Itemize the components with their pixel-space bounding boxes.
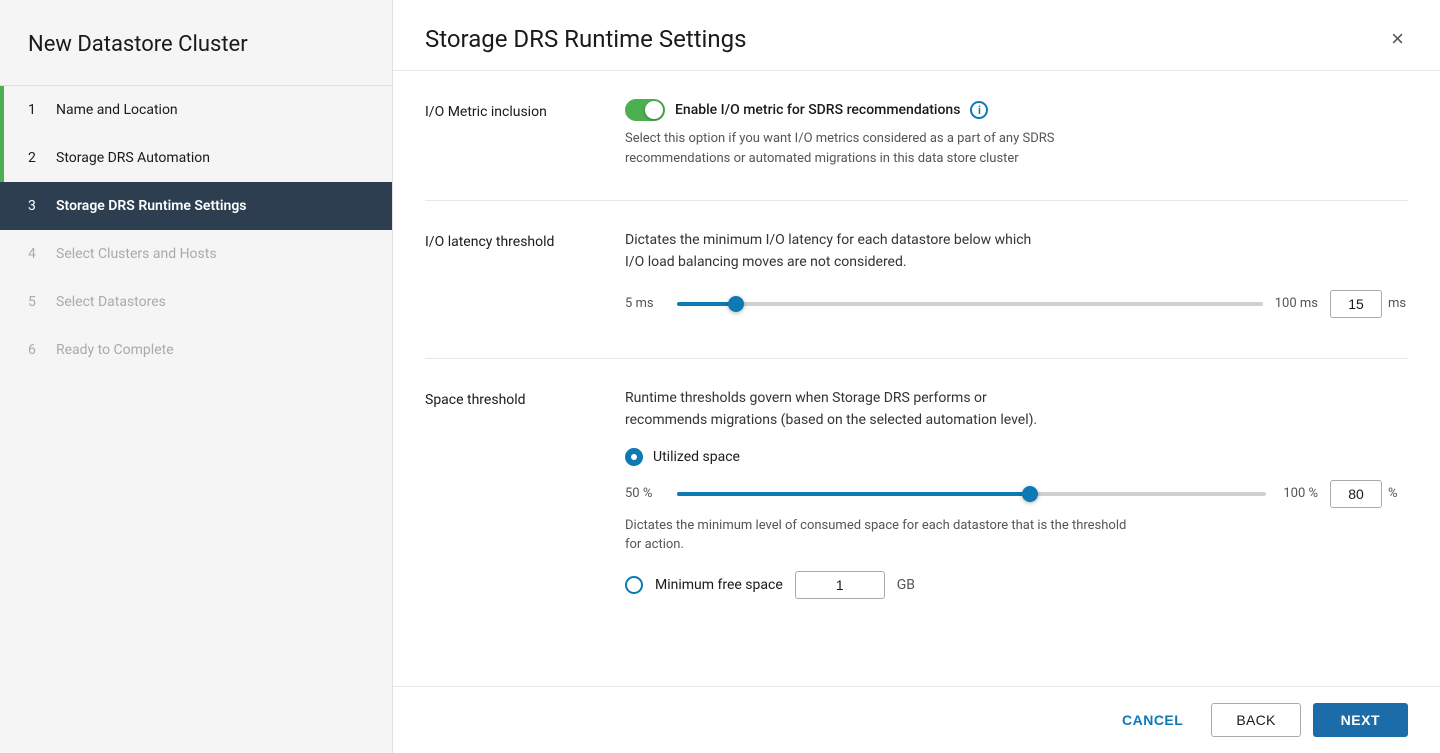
cancel-button[interactable]: CANCEL xyxy=(1106,704,1199,736)
step-4-label: Select Clusters and Hosts xyxy=(56,246,217,262)
io-latency-slider-row: 5 ms 100 ms ms xyxy=(625,290,1408,318)
main-content: I/O Metric inclusion Enable I/O metric f… xyxy=(393,71,1440,686)
io-latency-slider-container xyxy=(677,294,1263,314)
io-latency-label-col: I/O latency threshold xyxy=(425,229,625,326)
space-desc-line1: Runtime thresholds govern when Storage D… xyxy=(625,390,987,406)
utilized-space-fill xyxy=(677,492,1030,496)
utilized-space-thumb[interactable] xyxy=(1022,486,1038,502)
step-6-number: 6 xyxy=(28,342,44,358)
utilized-space-input-group: % xyxy=(1330,480,1408,508)
step-1-number: 1 xyxy=(28,102,44,118)
io-latency-section: I/O latency threshold Dictates the minim… xyxy=(425,229,1408,326)
latency-desc-line1: Dictates the minimum I/O latency for eac… xyxy=(625,232,1031,248)
space-threshold-control: Runtime thresholds govern when Storage D… xyxy=(625,387,1408,599)
io-latency-track xyxy=(677,302,1263,306)
io-metric-label: I/O Metric inclusion xyxy=(425,104,547,120)
sidebar: New Datastore Cluster 1 Name and Locatio… xyxy=(0,0,393,753)
step-2-indicator xyxy=(0,134,4,182)
main-footer: CANCEL BACK NEXT xyxy=(393,686,1440,753)
io-metric-section: I/O Metric inclusion Enable I/O metric f… xyxy=(425,99,1408,168)
utilized-space-track xyxy=(677,492,1266,496)
dictates-text: Dictates the minimum level of consumed s… xyxy=(625,516,1145,555)
main-title: Storage DRS Runtime Settings xyxy=(425,25,747,53)
dialog: New Datastore Cluster 1 Name and Locatio… xyxy=(0,0,1440,753)
divider-1 xyxy=(425,200,1408,201)
space-threshold-section: Space threshold Runtime thresholds gover… xyxy=(425,387,1408,599)
step-3[interactable]: 3 Storage DRS Runtime Settings xyxy=(0,182,392,230)
io-latency-control: Dictates the minimum I/O latency for eac… xyxy=(625,229,1408,326)
utilized-space-label: Utilized space xyxy=(653,449,740,465)
back-button[interactable]: BACK xyxy=(1211,703,1300,737)
step-4: 4 Select Clusters and Hosts xyxy=(0,230,392,278)
space-threshold-label-col: Space threshold xyxy=(425,387,625,599)
utilized-space-min: 50 % xyxy=(625,486,665,501)
dialog-title: New Datastore Cluster xyxy=(0,0,392,86)
minimum-free-radio[interactable] xyxy=(625,576,643,594)
step-5-label: Select Datastores xyxy=(56,294,166,310)
step-1-label: Name and Location xyxy=(56,102,178,118)
step-1-indicator xyxy=(0,86,4,134)
minimum-free-unit: GB xyxy=(897,577,915,593)
utilized-space-slider-row: 50 % 100 % % xyxy=(625,480,1408,508)
divider-2 xyxy=(425,358,1408,359)
space-threshold-label: Space threshold xyxy=(425,392,526,408)
close-button[interactable]: × xyxy=(1387,24,1408,54)
step-5: 5 Select Datastores xyxy=(0,278,392,326)
utilized-space-radio[interactable] xyxy=(625,448,643,466)
step-3-label: Storage DRS Runtime Settings xyxy=(56,198,246,214)
io-metric-label-col: I/O Metric inclusion xyxy=(425,99,625,168)
io-metric-control: Enable I/O metric for SDRS recommendatio… xyxy=(625,99,1408,168)
io-latency-max: 100 ms xyxy=(1275,296,1318,311)
step-6: 6 Ready to Complete xyxy=(0,326,392,374)
latency-desc-line2: I/O load balancing moves are not conside… xyxy=(625,254,907,270)
io-latency-value-input[interactable] xyxy=(1330,290,1382,318)
step-6-label: Ready to Complete xyxy=(56,342,174,358)
space-desc-line2: recommends migrations (based on the sele… xyxy=(625,412,1037,428)
step-1[interactable]: 1 Name and Location xyxy=(0,86,392,134)
io-latency-thumb[interactable] xyxy=(728,296,744,312)
io-latency-unit: ms xyxy=(1388,296,1408,311)
step-2-number: 2 xyxy=(28,150,44,166)
next-button[interactable]: NEXT xyxy=(1313,703,1408,737)
step-3-number: 3 xyxy=(28,198,44,214)
info-icon[interactable]: i xyxy=(970,101,988,119)
minimum-free-label: Minimum free space xyxy=(655,577,783,593)
steps-list: 1 Name and Location 2 Storage DRS Automa… xyxy=(0,86,392,374)
utilized-space-slider-container xyxy=(677,484,1266,504)
latency-description: Dictates the minimum I/O latency for eac… xyxy=(625,229,1185,274)
io-metric-toggle[interactable] xyxy=(625,99,665,121)
main-header: Storage DRS Runtime Settings × xyxy=(393,0,1440,71)
io-latency-input-group: ms xyxy=(1330,290,1408,318)
toggle-knob xyxy=(645,101,663,119)
step-5-number: 5 xyxy=(28,294,44,310)
step-2-label: Storage DRS Automation xyxy=(56,150,210,166)
minimum-free-row: Minimum free space GB xyxy=(625,571,1408,599)
toggle-label: Enable I/O metric for SDRS recommendatio… xyxy=(675,102,960,118)
toggle-description: Select this option if you want I/O metri… xyxy=(625,129,1085,168)
step-2[interactable]: 2 Storage DRS Automation xyxy=(0,134,392,182)
minimum-free-input[interactable] xyxy=(795,571,885,599)
utilized-space-value-input[interactable] xyxy=(1330,480,1382,508)
utilized-space-max: 100 % xyxy=(1278,486,1318,501)
utilized-space-unit: % xyxy=(1388,486,1408,501)
space-description: Runtime thresholds govern when Storage D… xyxy=(625,387,1185,432)
main-panel: Storage DRS Runtime Settings × I/O Metri… xyxy=(393,0,1440,753)
io-latency-min: 5 ms xyxy=(625,296,665,311)
toggle-row: Enable I/O metric for SDRS recommendatio… xyxy=(625,99,1408,121)
io-latency-label: I/O latency threshold xyxy=(425,234,554,250)
utilized-space-radio-row: Utilized space xyxy=(625,448,1408,466)
step-3-indicator xyxy=(0,182,4,230)
step-4-number: 4 xyxy=(28,246,44,262)
